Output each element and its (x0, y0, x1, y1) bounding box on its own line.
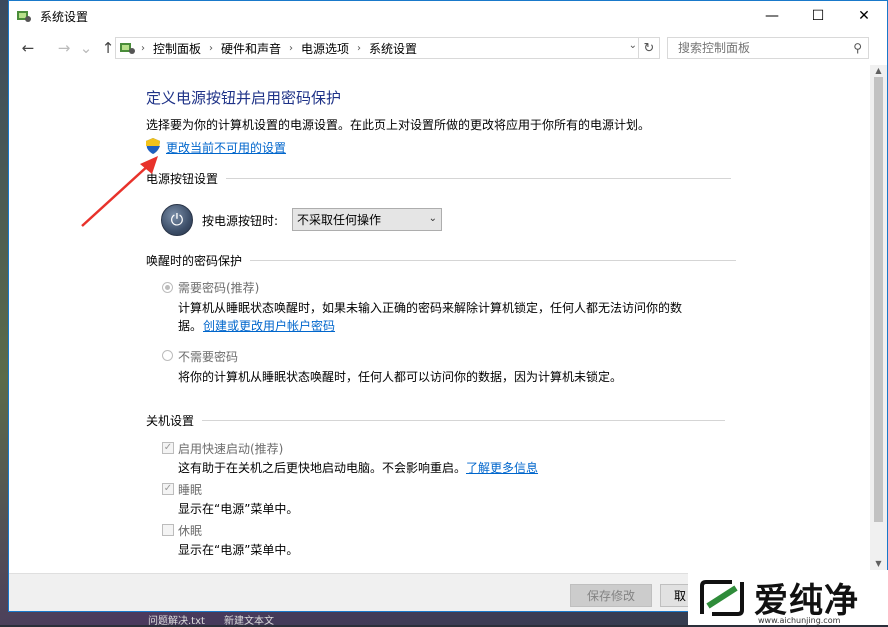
vertical-scrollbar[interactable]: ▲ ▼ (870, 65, 887, 571)
section-label: 关机设置 (146, 413, 195, 428)
maximize-button[interactable]: ☐ (795, 1, 841, 31)
chevron-right-icon: › (209, 42, 214, 54)
require-password-radio[interactable] (162, 282, 173, 293)
sleep-desc: 显示在“电源”菜单中。 (178, 502, 299, 516)
control-panel-icon (17, 11, 31, 22)
chevron-down-icon: ⌄ (428, 213, 437, 224)
back-button[interactable]: ← (17, 36, 39, 60)
divider (202, 419, 726, 421)
brand-logo-icon (700, 579, 744, 616)
forward-button[interactable]: → (53, 36, 75, 60)
no-password-label: 不需要密码 (178, 350, 239, 364)
require-password-desc: 计算机从睡眠状态唤醒时，如果未输入正确的密码来解除计算机锁定，任何人都无法访问你… (178, 301, 683, 315)
search-box: ⚲ (667, 37, 869, 59)
no-password-desc: 将你的计算机从睡眠状态唤醒时，任何人都可以访问你的数据，因为计算机未锁定。 (178, 370, 623, 384)
chevron-right-icon: › (289, 42, 294, 54)
control-panel-icon (120, 43, 135, 54)
scroll-down-icon[interactable]: ▼ (870, 559, 887, 568)
breadcrumb-hardware-sound[interactable]: 硬件和声音 (217, 40, 285, 57)
chevron-down-icon[interactable]: ⌄ (629, 40, 637, 51)
breadcrumb-control-panel[interactable]: 控制面板 (149, 40, 205, 57)
address-bar[interactable]: › 控制面板 › 硬件和声音 › 电源选项 › 系统设置 ⌄ ↻ (115, 37, 660, 59)
create-password-link[interactable]: 创建或更改用户帐户密码 (203, 317, 335, 334)
search-input[interactable] (676, 40, 850, 56)
power-button-action-select[interactable]: 不采取任何操作 ⌄ (292, 208, 442, 231)
breadcrumb-system-settings[interactable]: 系统设置 (365, 40, 421, 57)
navigation-bar: ← → ⌄ ↑ › 控制面板 › 硬件和声音 › 电源选项 › 系统设置 ⌄ ↻… (9, 31, 887, 65)
watermark-logo: 爱纯净 www.aichunjing.com (688, 570, 888, 625)
hibernate-desc: 显示在“电源”菜单中。 (178, 543, 299, 557)
minimize-button[interactable]: — (749, 1, 795, 31)
scroll-up-icon[interactable]: ▲ (870, 66, 887, 75)
sleep-label: 睡眠 (178, 483, 203, 497)
window-title: 系统设置 (40, 9, 89, 24)
shutdown-section-title: 关机设置 (146, 413, 726, 428)
fast-startup-desc: 这有助于在关机之后更快地启动电脑。不会影响重启。 (178, 461, 467, 475)
main-content: 定义电源按钮并启用密码保护 选择要为你的计算机设置的电源设置。在此页上对设置所做… (9, 65, 865, 573)
page-heading: 定义电源按钮并启用密码保护 (146, 89, 342, 107)
divider (250, 259, 737, 261)
search-icon[interactable]: ⚲ (853, 41, 862, 55)
require-password-label: 需要密码(推荐) (178, 281, 260, 295)
wakeup-password-section-title: 唤醒时的密码保护 (146, 253, 737, 268)
power-button-label: 按电源按钮时: (202, 214, 279, 228)
save-changes-button[interactable]: 保存修改 (570, 584, 652, 607)
chevron-right-icon: › (357, 42, 362, 54)
select-value: 不采取任何操作 (297, 213, 382, 227)
annotation-arrow (81, 156, 158, 227)
fast-startup-checkbox[interactable]: ✓ (162, 442, 174, 454)
brand-name: 爱纯净 (754, 581, 859, 621)
refresh-button[interactable]: ↻ (638, 38, 659, 58)
hibernate-checkbox[interactable] (162, 524, 174, 536)
brand-url: www.aichunjing.com (758, 616, 841, 625)
require-password-desc-cont: 据。 (178, 319, 203, 333)
chevron-right-icon: › (141, 42, 145, 54)
no-password-radio[interactable] (162, 350, 173, 361)
page-description: 选择要为你的计算机设置的电源设置。在此页上对设置所做的更改将应用于你所有的电源计… (146, 118, 651, 132)
sleep-checkbox[interactable]: ✓ (162, 483, 174, 495)
breadcrumb-power-options[interactable]: 电源选项 (297, 40, 353, 57)
divider (226, 177, 732, 179)
power-button-section-title: 电源按钮设置 (146, 171, 732, 186)
scrollbar-thumb[interactable] (874, 77, 883, 522)
title-bar: 系统设置 — ☐ ✕ (9, 1, 887, 31)
change-unavailable-settings-link[interactable]: 更改当前不可用的设置 (166, 139, 286, 156)
recent-dropdown-icon[interactable]: ⌄ (75, 36, 97, 60)
control-panel-window: 系统设置 — ☐ ✕ ← → ⌄ ↑ › 控制面板 › 硬件和声音 › 电源选项… (8, 0, 888, 612)
learn-more-link[interactable]: 了解更多信息 (466, 459, 538, 476)
hibernate-label: 休眠 (178, 524, 203, 538)
fast-startup-label: 启用快速启动(推荐) (178, 442, 284, 456)
section-label: 唤醒时的密码保护 (146, 253, 243, 268)
close-button[interactable]: ✕ (841, 1, 887, 31)
